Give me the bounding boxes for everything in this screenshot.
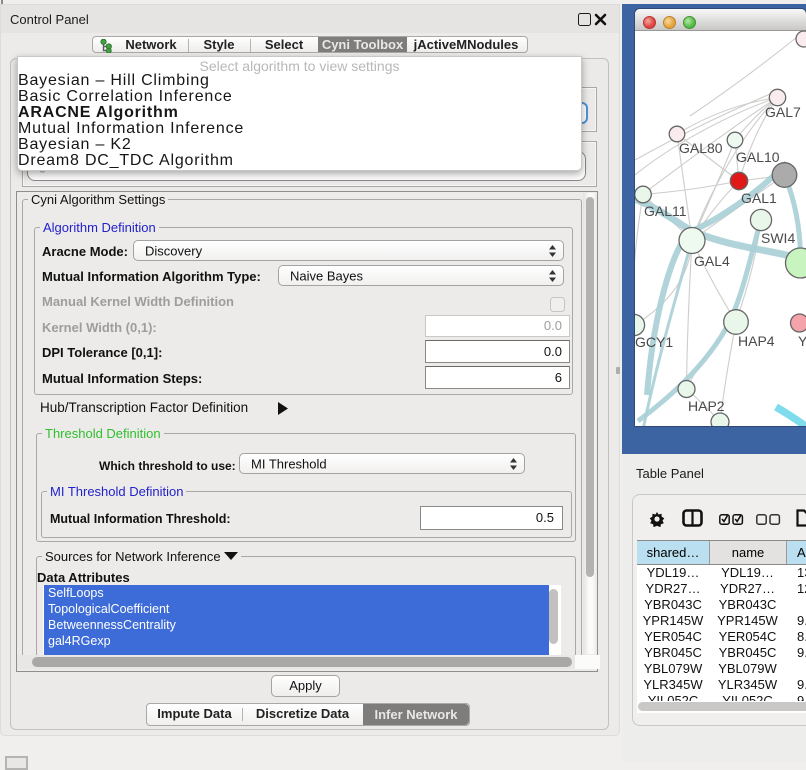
svg-text:Y: Y xyxy=(798,333,806,349)
svg-text:GAL80: GAL80 xyxy=(679,140,723,156)
svg-text:HAP4: HAP4 xyxy=(738,333,775,349)
svg-text:HAP2: HAP2 xyxy=(688,398,725,414)
svg-text:GAL1: GAL1 xyxy=(741,190,777,206)
svg-text:SWI4: SWI4 xyxy=(761,230,795,246)
svg-text:GAL10: GAL10 xyxy=(736,149,780,165)
svg-text:GAL11: GAL11 xyxy=(644,203,687,219)
svg-text:GAL4: GAL4 xyxy=(694,253,730,269)
svg-text:GCY1: GCY1 xyxy=(635,334,673,350)
svg-text:GAL7: GAL7 xyxy=(765,104,801,120)
